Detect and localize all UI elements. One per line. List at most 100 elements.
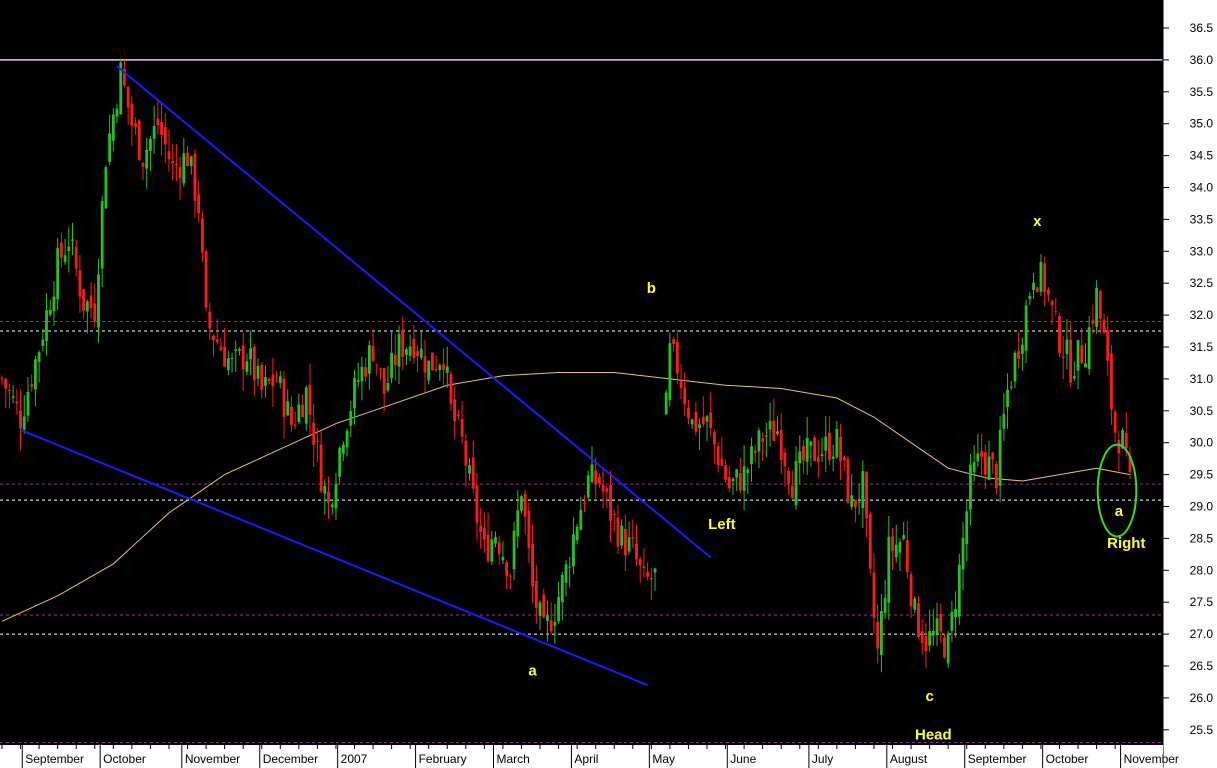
candle-body xyxy=(894,544,898,558)
candle-body xyxy=(167,151,171,160)
candle-body xyxy=(15,401,19,404)
candle-body xyxy=(456,414,460,416)
candle-body xyxy=(356,380,360,382)
candle-body xyxy=(1124,432,1128,448)
candle-body xyxy=(319,444,323,492)
candle-body xyxy=(1061,356,1065,358)
candle-body xyxy=(538,602,542,616)
candle-body xyxy=(427,360,431,381)
candle-body xyxy=(1098,291,1102,319)
candle-body xyxy=(1076,340,1080,371)
candle-body xyxy=(583,502,586,504)
candle-body xyxy=(215,339,219,343)
candle-body xyxy=(1013,352,1017,382)
candle-body xyxy=(902,535,906,539)
candle-body xyxy=(126,86,130,108)
y-tick-label: 28.0 xyxy=(1190,563,1214,577)
y-tick-label: 27.0 xyxy=(1190,627,1214,641)
candle-body xyxy=(315,440,319,442)
candle-body xyxy=(360,366,364,382)
candle-body xyxy=(772,420,776,441)
candle-body xyxy=(156,118,160,126)
candle-body xyxy=(1113,411,1117,433)
candle-body xyxy=(22,416,26,430)
stock-chart: a b Left x c Head a Right 25.5 26.0 26.5 27.0 27.5 2… xyxy=(0,0,1217,768)
candle-body xyxy=(304,387,308,424)
y-tick-label: 36.0 xyxy=(1190,53,1214,67)
candle-body xyxy=(546,615,549,621)
candle-body xyxy=(586,475,590,498)
candle-body xyxy=(750,446,753,465)
candle-body xyxy=(323,485,327,494)
candle-body xyxy=(30,384,34,387)
candle-body xyxy=(876,621,880,649)
candle-body xyxy=(1095,287,1099,328)
candle-body xyxy=(445,366,449,374)
candle-body xyxy=(891,536,894,552)
candle-body xyxy=(189,156,193,166)
candle-body xyxy=(768,420,772,430)
candle-body xyxy=(564,564,568,583)
candle-body xyxy=(45,310,48,342)
candle-body xyxy=(620,525,624,546)
candle-body xyxy=(301,404,304,418)
candle-body xyxy=(1106,330,1110,361)
candle-body xyxy=(687,407,690,419)
candle-body xyxy=(0,377,4,380)
candle-body xyxy=(327,491,330,504)
candle-body xyxy=(701,416,705,425)
candle-body xyxy=(178,167,182,178)
candle-body xyxy=(638,558,642,566)
candle-body xyxy=(790,485,794,499)
candle-body xyxy=(353,377,356,409)
candle-body xyxy=(683,387,687,404)
candle xyxy=(664,389,668,415)
candle-body xyxy=(386,382,390,391)
candle-body xyxy=(486,534,490,561)
candle-body xyxy=(623,528,627,556)
candle-body xyxy=(917,603,920,637)
candle-body xyxy=(969,464,972,510)
candle-body xyxy=(275,380,278,382)
candle-body xyxy=(764,435,768,437)
candle-body xyxy=(794,461,798,506)
candle-body xyxy=(549,620,553,632)
candle-body xyxy=(479,525,483,532)
candle-body xyxy=(334,483,338,509)
candle-body xyxy=(597,477,601,484)
candle-body xyxy=(720,458,724,466)
candle-body xyxy=(601,484,605,492)
candle-body xyxy=(746,469,750,474)
candle-body xyxy=(174,163,178,166)
candle-body xyxy=(341,444,345,454)
candle-body xyxy=(160,121,163,135)
x-month-label: August xyxy=(890,752,928,766)
candle-body xyxy=(883,597,887,613)
candle-body xyxy=(850,495,854,507)
candle-body xyxy=(130,103,134,126)
candle-body xyxy=(104,167,108,209)
x-month-label: February xyxy=(419,752,467,766)
candle-body xyxy=(230,357,234,359)
candle-body xyxy=(367,345,371,374)
candle-body xyxy=(308,384,312,415)
candle-body xyxy=(108,133,112,162)
candle-body xyxy=(616,517,620,547)
candle-body xyxy=(935,618,939,634)
candle-body xyxy=(382,368,386,394)
candle-body xyxy=(713,432,716,445)
candle-body xyxy=(820,454,824,457)
candle-body xyxy=(416,350,419,357)
candle-body xyxy=(4,379,8,389)
candle-body xyxy=(1087,327,1091,370)
candle-body xyxy=(816,456,820,463)
candle xyxy=(104,165,108,209)
candle-body xyxy=(824,436,828,451)
candle-body xyxy=(920,631,924,643)
candle-body xyxy=(464,440,468,466)
candle-body xyxy=(460,418,464,437)
candle-body xyxy=(865,471,868,519)
y-tick-label: 31.5 xyxy=(1190,340,1214,354)
candle-body xyxy=(839,436,842,462)
candle-body xyxy=(238,349,241,351)
